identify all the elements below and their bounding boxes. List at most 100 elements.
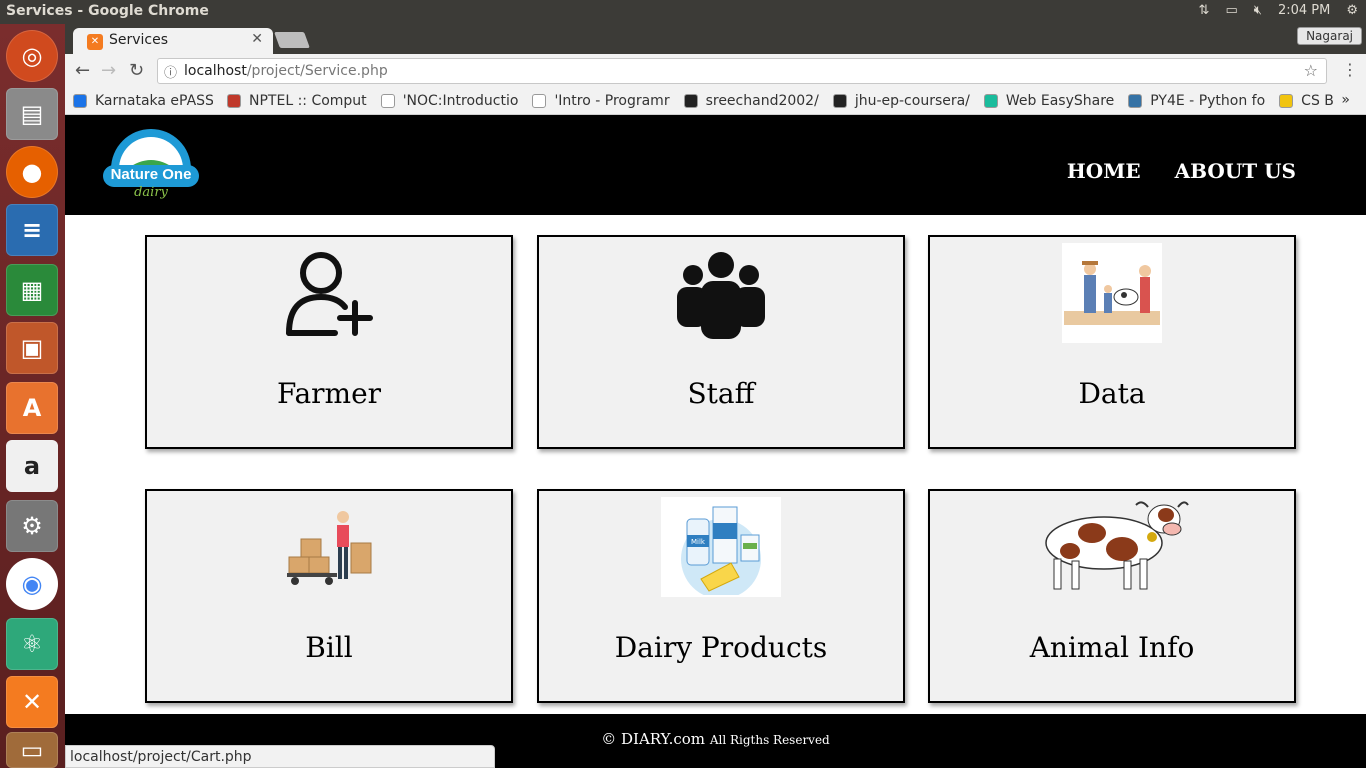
nature-one-logo[interactable]: Nature One dairy — [101, 125, 201, 205]
address-bar[interactable]: ⓘ localhost/project/Service.php ☆ — [157, 58, 1327, 84]
bookmark-item[interactable]: 'Intro - Programr — [532, 93, 670, 109]
battery-icon[interactable]: ▭ — [1225, 3, 1237, 18]
card-label: Animal Info — [1029, 631, 1195, 664]
card-label: Farmer — [276, 377, 382, 410]
url-host: localhost — [184, 63, 247, 79]
calc-icon[interactable]: ▦ — [6, 264, 58, 316]
bookmarks-bar: Karnataka ePASS NPTEL :: Comput 'NOC:Intro… — [65, 88, 1366, 115]
bookmark-favicon-icon — [73, 94, 87, 108]
writer-icon[interactable]: ≡ — [6, 204, 58, 256]
settings-icon[interactable]: ⚙ — [6, 500, 58, 552]
web-page: Nature One dairy HOME ABOUT US Farmer St… — [65, 115, 1366, 768]
clock[interactable]: 2:04 PM — [1278, 3, 1330, 18]
system-tray: ⇅ ▭ 🔇︎ 2:04 PM ⚙ — [1199, 3, 1358, 18]
bookmark-item[interactable]: sreechand2002/ — [683, 93, 819, 109]
close-tab-icon[interactable]: ✕ — [251, 31, 263, 47]
bookmark-favicon-icon — [380, 94, 395, 108]
xampp-favicon-icon: ✕ — [87, 34, 103, 50]
tab-strip: ✕ Services ✕ Nagaraj — [65, 24, 1366, 54]
card-label: Data — [1078, 377, 1146, 410]
card-label: Staff — [687, 377, 755, 410]
bookmark-label: CS B — [1301, 93, 1334, 109]
url-path: /project/Service.php — [246, 63, 388, 79]
bookmark-item[interactable]: Web EasyShare — [983, 93, 1115, 109]
atom-icon[interactable]: ⚛ — [6, 618, 58, 670]
bookmark-favicon-icon — [683, 94, 698, 108]
firefox-icon[interactable]: ● — [6, 146, 58, 198]
svg-text:Milk: Milk — [691, 538, 706, 546]
card-label: Bill — [305, 631, 353, 664]
bookmark-label: sreechand2002/ — [705, 93, 819, 109]
chrome-icon[interactable]: ◉ — [6, 558, 58, 610]
card-farmer[interactable]: Farmer — [145, 235, 513, 449]
card-bill[interactable]: Bill — [145, 489, 513, 703]
system-top-bar: Services - Google Chrome ⇅ ▭ 🔇︎ 2:04 PM … — [0, 0, 1366, 24]
card-animal-info[interactable]: Animal Info — [928, 489, 1296, 703]
nav-home[interactable]: HOME — [1067, 159, 1141, 183]
browser-toolbar: ← → ↻ ⓘ localhost/project/Service.php ☆ … — [65, 54, 1366, 88]
power-gear-icon[interactable]: ⚙ — [1346, 3, 1358, 18]
bookmark-favicon-icon — [227, 94, 241, 108]
cow-icon — [1032, 497, 1192, 597]
footer-rights: All Rigths Reserved — [709, 733, 830, 747]
farmer-family-icon — [1062, 243, 1162, 343]
card-data[interactable]: Data — [928, 235, 1296, 449]
ubuntu-icon[interactable]: ◎ — [6, 30, 58, 82]
bookmark-star-icon[interactable]: ☆ — [1304, 61, 1318, 80]
bookmark-label: jhu-ep-coursera/ — [854, 93, 970, 109]
xampp-icon[interactable]: ✕ — [6, 676, 58, 728]
forward-icon[interactable]: → — [101, 60, 116, 81]
bookmark-label: NPTEL :: Comput — [249, 93, 367, 109]
bookmark-item[interactable]: NPTEL :: Comput — [227, 93, 367, 109]
bookmark-item[interactable]: jhu-ep-coursera/ — [832, 93, 970, 109]
bookmark-item[interactable]: PY4E - Python fo — [1128, 93, 1265, 109]
bookmarks-more-icon[interactable]: » — [1341, 92, 1350, 108]
delivery-man-icon — [279, 497, 379, 597]
bookmark-item[interactable]: Karnataka ePASS — [73, 93, 213, 109]
files-icon[interactable]: ▤ — [6, 88, 58, 140]
impress-icon[interactable]: ▣ — [6, 322, 58, 374]
bookmark-item[interactable]: 'NOC:Introductio — [380, 93, 519, 109]
site-header: Nature One dairy HOME ABOUT US — [65, 115, 1366, 215]
site-info-icon[interactable]: ⓘ — [164, 62, 177, 81]
url-text[interactable]: localhost/project/Service.php — [184, 63, 388, 79]
new-tab-button[interactable] — [274, 32, 310, 48]
bookmark-item[interactable]: CS B — [1279, 93, 1334, 109]
card-dairy-products[interactable]: Milk Dairy Products — [537, 489, 905, 703]
main-nav: HOME ABOUT US — [1067, 159, 1296, 183]
bookmark-favicon-icon — [832, 94, 847, 108]
software-center-icon[interactable]: A — [6, 382, 58, 434]
card-staff[interactable]: Staff — [537, 235, 905, 449]
logo-title: Nature One — [110, 166, 192, 183]
bookmark-label: 'Intro - Programr — [554, 93, 670, 109]
volume-icon[interactable]: 🔇︎ — [1254, 3, 1262, 18]
amazon-icon[interactable]: a — [6, 440, 58, 492]
bookmark-label: Web EasyShare — [1005, 93, 1115, 109]
tab-services[interactable]: ✕ Services ✕ — [73, 28, 273, 54]
bookmark-favicon-icon — [1128, 94, 1143, 108]
chrome-menu-icon[interactable]: ⋮ — [1342, 60, 1358, 79]
tab-title: Services — [109, 32, 169, 48]
bookmark-favicon-icon — [983, 94, 998, 108]
nav-about-us[interactable]: ABOUT US — [1175, 159, 1296, 183]
window-title: Services - Google Chrome — [6, 3, 209, 19]
profile-button[interactable]: Nagaraj — [1297, 27, 1362, 45]
add-user-icon — [279, 243, 379, 343]
reload-icon[interactable]: ↻ — [129, 60, 144, 81]
bookmark-favicon-icon — [532, 94, 547, 108]
bookmark-label: 'NOC:Introductio — [402, 93, 519, 109]
dairy-products-icon: Milk — [661, 497, 781, 597]
network-icon[interactable]: ⇅ — [1199, 3, 1210, 18]
launcher: ◎ ▤ ● ≡ ▦ ▣ A a ⚙ ◉ ⚛ ✕ ▭ — [0, 24, 65, 768]
status-bar-url: localhost/project/Cart.php — [65, 745, 495, 768]
browser-chrome: ✕ Services ✕ Nagaraj ← → ↻ ⓘ localhost/p… — [65, 24, 1366, 115]
footer-copyright: © DIARY.com — [601, 730, 706, 748]
bookmark-label: Karnataka ePASS — [95, 93, 213, 109]
bookmark-label: PY4E - Python fo — [1150, 93, 1266, 109]
trash-icon[interactable]: ▭ — [6, 732, 58, 768]
card-label: Dairy Products — [614, 631, 828, 664]
group-icon — [671, 243, 771, 343]
logo-subtitle: dairy — [134, 185, 168, 200]
bookmark-favicon-icon — [1279, 94, 1294, 108]
back-icon[interactable]: ← — [75, 60, 90, 81]
